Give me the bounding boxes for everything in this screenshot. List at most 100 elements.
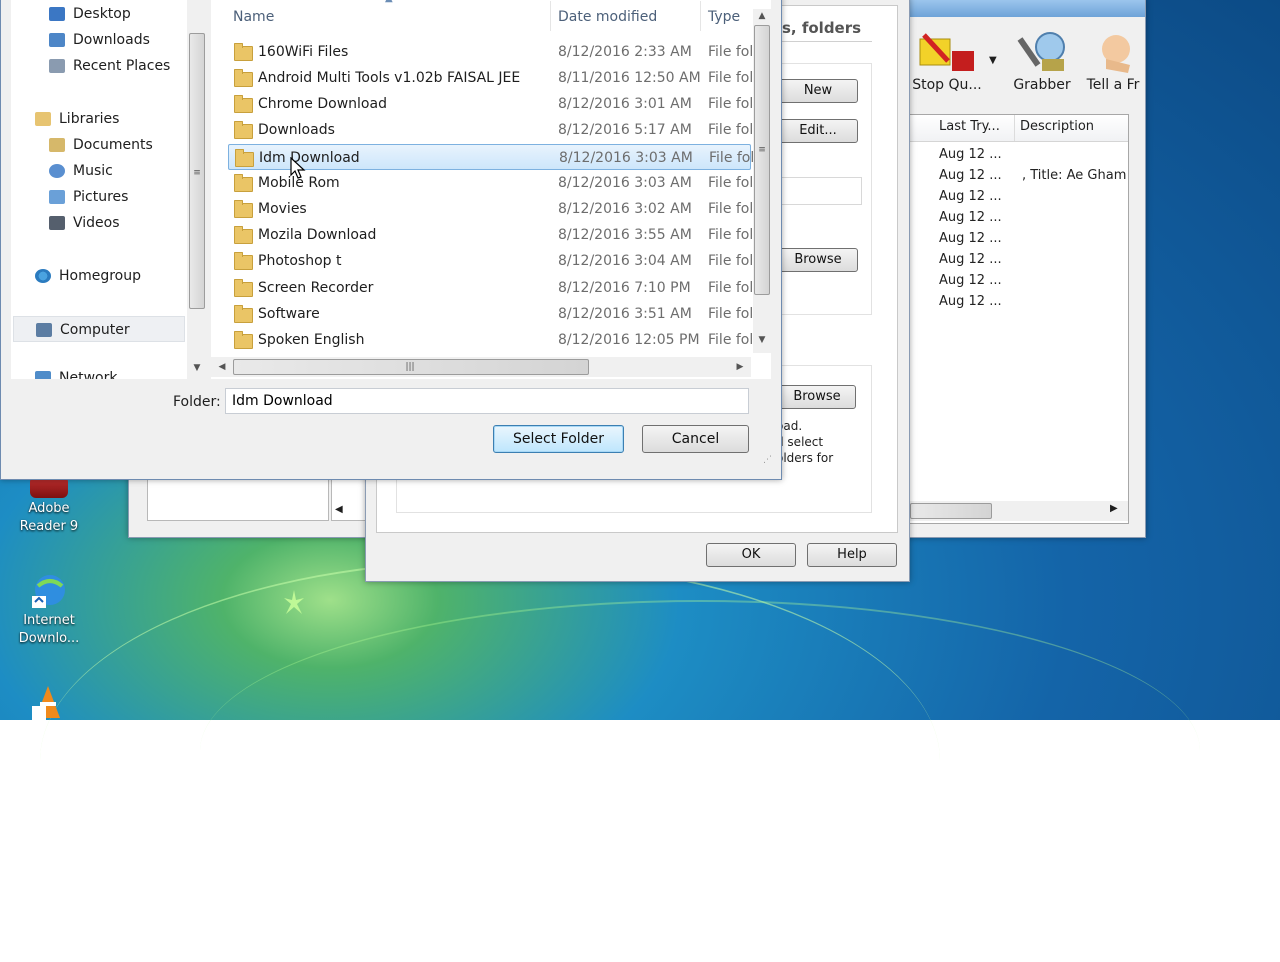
folder-field-label: Folder: (173, 394, 221, 410)
file-date: 8/12/2016 2:33 AM (558, 44, 692, 60)
file-date: 8/12/2016 5:17 AM (558, 122, 692, 138)
table-row-last-try[interactable]: Aug 12 ... (939, 165, 1002, 186)
chevron-down-icon[interactable]: ▼ (989, 55, 997, 66)
file-row[interactable]: Mobile Rom 8/12/2016 3:03 AM File fol (228, 170, 754, 196)
file-date: 8/11/2016 12:50 AM (558, 70, 701, 86)
table-row-last-try[interactable]: Aug 12 ... (939, 249, 1002, 270)
tell-friend-icon (1081, 25, 1145, 77)
folder-icon (234, 174, 253, 192)
options-heading: s, folders (782, 19, 862, 37)
file-row[interactable]: 160WiFi Files 8/12/2016 2:33 AM File fol (228, 39, 753, 65)
heading-divider (772, 41, 872, 42)
table-row-last-try[interactable]: Aug 12 ... (939, 228, 1002, 249)
resize-grip-icon[interactable]: ⋰ (763, 455, 772, 465)
table-row-last-try[interactable]: Aug 12 ... (939, 186, 1002, 207)
toolbar-label: Tell a Fr (1086, 77, 1140, 93)
file-date: 8/12/2016 12:05 PM (558, 332, 700, 348)
scroll-down-icon[interactable]: ▼ (754, 333, 770, 347)
file-type: File fol (708, 253, 754, 269)
file-type: File fol (708, 70, 754, 86)
hint-line: oad. (776, 419, 803, 433)
folder-icon (234, 252, 253, 270)
file-name: 160WiFi Files (258, 44, 349, 60)
file-row[interactable]: Android Multi Tools v1.02b FAISAL JEE 8/1… (228, 65, 754, 91)
file-row[interactable]: Software 8/12/2016 3:51 AM File fol (228, 301, 754, 327)
new-button[interactable]: New (778, 79, 858, 103)
file-date: 8/12/2016 3:02 AM (558, 201, 692, 217)
file-name: Downloads (258, 122, 335, 138)
file-type: File fol (708, 280, 754, 296)
desktop-icon-idm[interactable]: Internet Downlo... (4, 572, 94, 648)
file-name: Chrome Download (258, 96, 387, 112)
mouse-cursor-icon (290, 156, 306, 181)
wallpaper-flower-icon (282, 588, 306, 618)
folder-icon (234, 43, 253, 61)
file-date: 8/12/2016 3:55 AM (558, 227, 692, 243)
wallpaper-streak (200, 600, 1200, 902)
options-text-field[interactable] (778, 177, 862, 205)
file-name: Idm Download (259, 150, 360, 166)
idm-icon (30, 572, 68, 610)
file-row[interactable]: Mozila Download 8/12/2016 3:55 AM File fol (228, 222, 753, 248)
select-folder-button[interactable]: Select Folder (493, 425, 624, 453)
browse-button[interactable]: Browse (778, 248, 858, 272)
scrollbar-grip-icon: ≡ (758, 145, 766, 155)
toolbar-stop-queue-button[interactable]: Stop Qu... (909, 25, 985, 101)
ok-button[interactable]: OK (706, 543, 796, 567)
edit-button[interactable]: Edit... (778, 119, 858, 143)
scrollbar-thumb[interactable] (910, 503, 992, 519)
table-row-description[interactable]: , Title: Ae Gham E (1022, 165, 1128, 186)
browse-button-2[interactable]: Browse (778, 385, 856, 409)
column-last-try[interactable]: Last Try... (939, 119, 1000, 134)
file-horizontal-scrollbar[interactable]: ◀ ||| ▶ (211, 357, 751, 377)
scroll-right-icon[interactable]: ▶ (733, 360, 747, 374)
file-name: Photoshop t (258, 253, 342, 269)
file-vertical-scrollbar[interactable]: ▲ ≡ ▼ (753, 9, 771, 353)
file-row[interactable]: Spoken English 8/12/2016 12:05 PM File fol (228, 327, 753, 353)
file-row[interactable]: Photoshop t 8/12/2016 3:04 AM File fol (228, 248, 754, 274)
toolbar-grabber-button[interactable]: Grabber (1009, 25, 1075, 101)
scroll-right-icon[interactable]: ▶ (1110, 503, 1118, 514)
toolbar-tell-friend-button[interactable]: Tell a Fr (1081, 25, 1145, 101)
folder-name-input[interactable] (225, 388, 749, 414)
download-list[interactable]: Last Try... Description Aug 12 ... Aug 1… (909, 114, 1129, 524)
scroll-left-icon[interactable]: ◀ (335, 504, 343, 515)
select-folder-dialog: Desktop Downloads Recent Places Librarie… (0, 0, 782, 480)
file-row[interactable]: Chrome Download 8/12/2016 3:01 AM File fol (228, 91, 754, 117)
folder-icon (234, 95, 253, 113)
hint-line: olders for (776, 451, 834, 465)
file-type: File fol (708, 96, 754, 112)
scroll-left-icon[interactable]: ◀ (215, 360, 229, 374)
desktop-icon-adobe-reader[interactable]: Adobe Reader 9 (4, 476, 94, 536)
scrollbar-grip-icon: ||| (405, 362, 415, 372)
file-row[interactable]: Downloads 8/12/2016 5:17 AM File fol (228, 117, 753, 143)
file-type: File fol (708, 175, 754, 191)
file-name: Mozila Download (258, 227, 377, 243)
scrollbar-thumb[interactable] (754, 25, 770, 295)
folder-icon (234, 226, 253, 244)
table-row-last-try[interactable]: Aug 12 ... (939, 144, 1002, 165)
vlc-icon[interactable] (30, 684, 66, 720)
desktop-icon-label: Internet Downlo... (18, 613, 80, 646)
grabber-icon (1009, 25, 1075, 77)
file-name: Android Multi Tools v1.02b FAISAL JEE (258, 70, 521, 86)
file-row-selected[interactable]: Idm Download 8/12/2016 3:03 AM File fol (228, 144, 754, 170)
file-row[interactable]: Screen Recorder 8/12/2016 7:10 PM File fol (228, 275, 754, 301)
cancel-button[interactable]: Cancel (642, 425, 749, 453)
scroll-up-icon[interactable]: ▲ (754, 9, 770, 23)
file-date: 8/12/2016 3:01 AM (558, 96, 692, 112)
hint-line: d select (776, 435, 824, 449)
file-date: 8/12/2016 3:51 AM (558, 306, 692, 322)
table-row-last-try[interactable]: Aug 12 ... (939, 207, 1002, 228)
table-row-last-try[interactable]: Aug 12 ... (939, 270, 1002, 291)
file-row[interactable]: Movies 8/12/2016 3:02 AM File fol (228, 196, 753, 222)
file-date: 8/12/2016 3:03 AM (558, 175, 692, 191)
folder-icon (235, 149, 254, 167)
column-description[interactable]: Description (1020, 119, 1094, 134)
folder-icon (234, 200, 253, 218)
folder-icon (234, 331, 253, 349)
horizontal-scrollbar[interactable]: ▶ (910, 501, 1128, 521)
help-button[interactable]: Help (807, 543, 897, 567)
file-type: File fol (708, 306, 754, 322)
table-row-last-try[interactable]: Aug 12 ... (939, 291, 1002, 312)
